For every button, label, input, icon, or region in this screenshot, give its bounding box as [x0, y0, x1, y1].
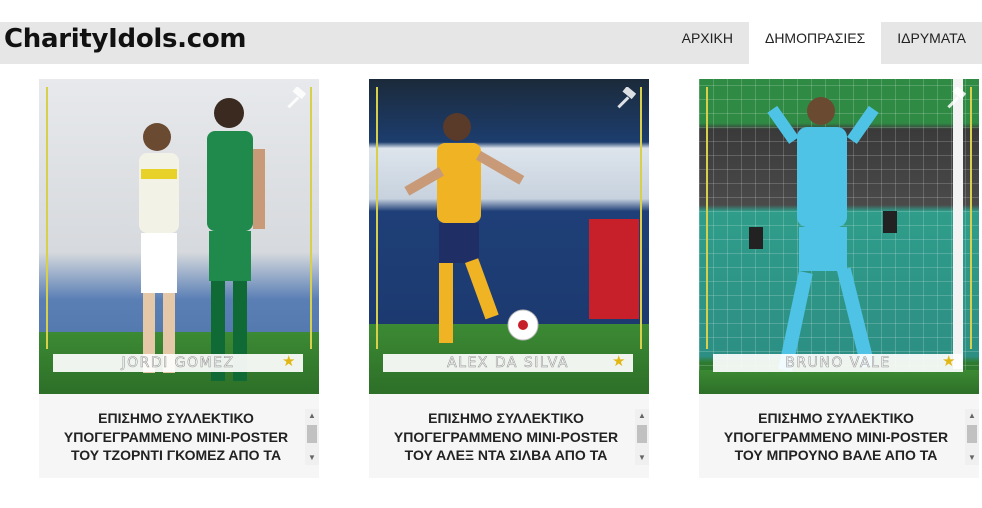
scroll-thumb[interactable] [307, 425, 317, 443]
nav-auctions[interactable]: ΔΗΜΟΠΡΑΣΙΕΣ [748, 22, 882, 64]
scroll-down-icon[interactable]: ▼ [965, 451, 979, 465]
star-icon: ★ [612, 352, 627, 370]
scroll-thumb[interactable] [637, 425, 647, 443]
goal-post [953, 79, 963, 369]
card-title-box: ΕΠΙΣΗΜΟ ΣΥΛΛΕΚΤΙΚΟ ΥΠΟΓΕΓΡΑΜΜΕΝΟ MINI-PO… [369, 394, 649, 478]
main-nav: ΑΡΧΙΚΗ ΔΗΜΟΠΡΑΣΙΕΣ ΙΔΡΥΜΑΤΑ [666, 22, 982, 64]
player-nameplate: JORDI GOMEZ ★ [53, 352, 303, 372]
poster-image[interactable]: JORDI GOMEZ ★ [39, 79, 319, 394]
title-scrollbar[interactable]: ▲ ▼ [305, 409, 319, 465]
card-title[interactable]: ΕΠΙΣΗΜΟ ΣΥΛΛΕΚΤΙΚΟ ΥΠΟΓΕΓΡΑΜΜΕΝΟ MINI-PO… [711, 409, 961, 465]
star-icon: ★ [282, 352, 297, 370]
title-scrollbar[interactable]: ▲ ▼ [965, 409, 979, 465]
player-nameplate: ALEX DA SILVA ★ [383, 352, 633, 372]
scroll-down-icon[interactable]: ▼ [305, 451, 319, 465]
poster-image[interactable]: BRUNO VALE ★ [699, 79, 979, 394]
star-icon: ★ [942, 352, 957, 370]
auction-card[interactable]: ALEX DA SILVA ★ ΕΠΙΣΗΜΟ ΣΥΛΛΕΚΤΙΚΟ ΥΠΟΓΕ… [369, 79, 649, 478]
player-name: JORDI GOMEZ [121, 355, 235, 372]
player-name: ALEX DA SILVA [447, 355, 569, 372]
scroll-thumb[interactable] [967, 425, 977, 443]
poster-image[interactable]: ALEX DA SILVA ★ [369, 79, 649, 394]
player-figure [749, 97, 897, 372]
card-title[interactable]: ΕΠΙΣΗΜΟ ΣΥΛΛΕΚΤΙΚΟ ΥΠΟΓΕΓΡΑΜΜΕΝΟ MINI-PO… [51, 409, 301, 465]
gavel-icon[interactable] [613, 87, 639, 113]
ball-icon [507, 309, 539, 341]
nav-home[interactable]: ΑΡΧΙΚΗ [666, 22, 749, 64]
site-logo[interactable]: CharityIdols.com [4, 22, 247, 64]
card-title-box: ΕΠΙΣΗΜΟ ΣΥΛΛΕΚΤΙΚΟ ΥΠΟΓΕΓΡΑΜΜΕΝΟ MINI-PO… [39, 394, 319, 478]
scroll-up-icon[interactable]: ▲ [635, 409, 649, 423]
auction-card[interactable]: BRUNO VALE ★ ΕΠΙΣΗΜΟ ΣΥΛΛΕΚΤΙΚΟ ΥΠΟΓΕΓΡΑ… [699, 79, 979, 478]
card-title[interactable]: ΕΠΙΣΗΜΟ ΣΥΛΛΕΚΤΙΚΟ ΥΠΟΓΕΓΡΑΜΜΕΝΟ MINI-PO… [381, 409, 631, 465]
ad-board [589, 219, 639, 319]
player-figure [207, 98, 265, 381]
player-name: BRUNO VALE [785, 355, 891, 372]
gavel-icon[interactable] [283, 87, 309, 113]
auction-card[interactable]: JORDI GOMEZ ★ ΕΠΙΣΗΜΟ ΣΥΛΛΕΚΤΙΚΟ ΥΠΟΓΕΓΡ… [39, 79, 319, 478]
player-nameplate: BRUNO VALE ★ [713, 352, 963, 372]
gavel-icon[interactable] [943, 87, 969, 113]
nav-foundations[interactable]: ΙΔΡΥΜΑΤΑ [881, 22, 982, 64]
site-header: CharityIdols.com ΑΡΧΙΚΗ ΔΗΜΟΠΡΑΣΙΕΣ ΙΔΡΥ… [0, 22, 982, 64]
scroll-down-icon[interactable]: ▼ [635, 451, 649, 465]
scroll-up-icon[interactable]: ▲ [965, 409, 979, 423]
scroll-up-icon[interactable]: ▲ [305, 409, 319, 423]
title-scrollbar[interactable]: ▲ ▼ [635, 409, 649, 465]
player-figure [139, 123, 179, 373]
card-title-box: ΕΠΙΣΗΜΟ ΣΥΛΛΕΚΤΙΚΟ ΥΠΟΓΕΓΡΑΜΜΕΝΟ MINI-PO… [699, 394, 979, 478]
